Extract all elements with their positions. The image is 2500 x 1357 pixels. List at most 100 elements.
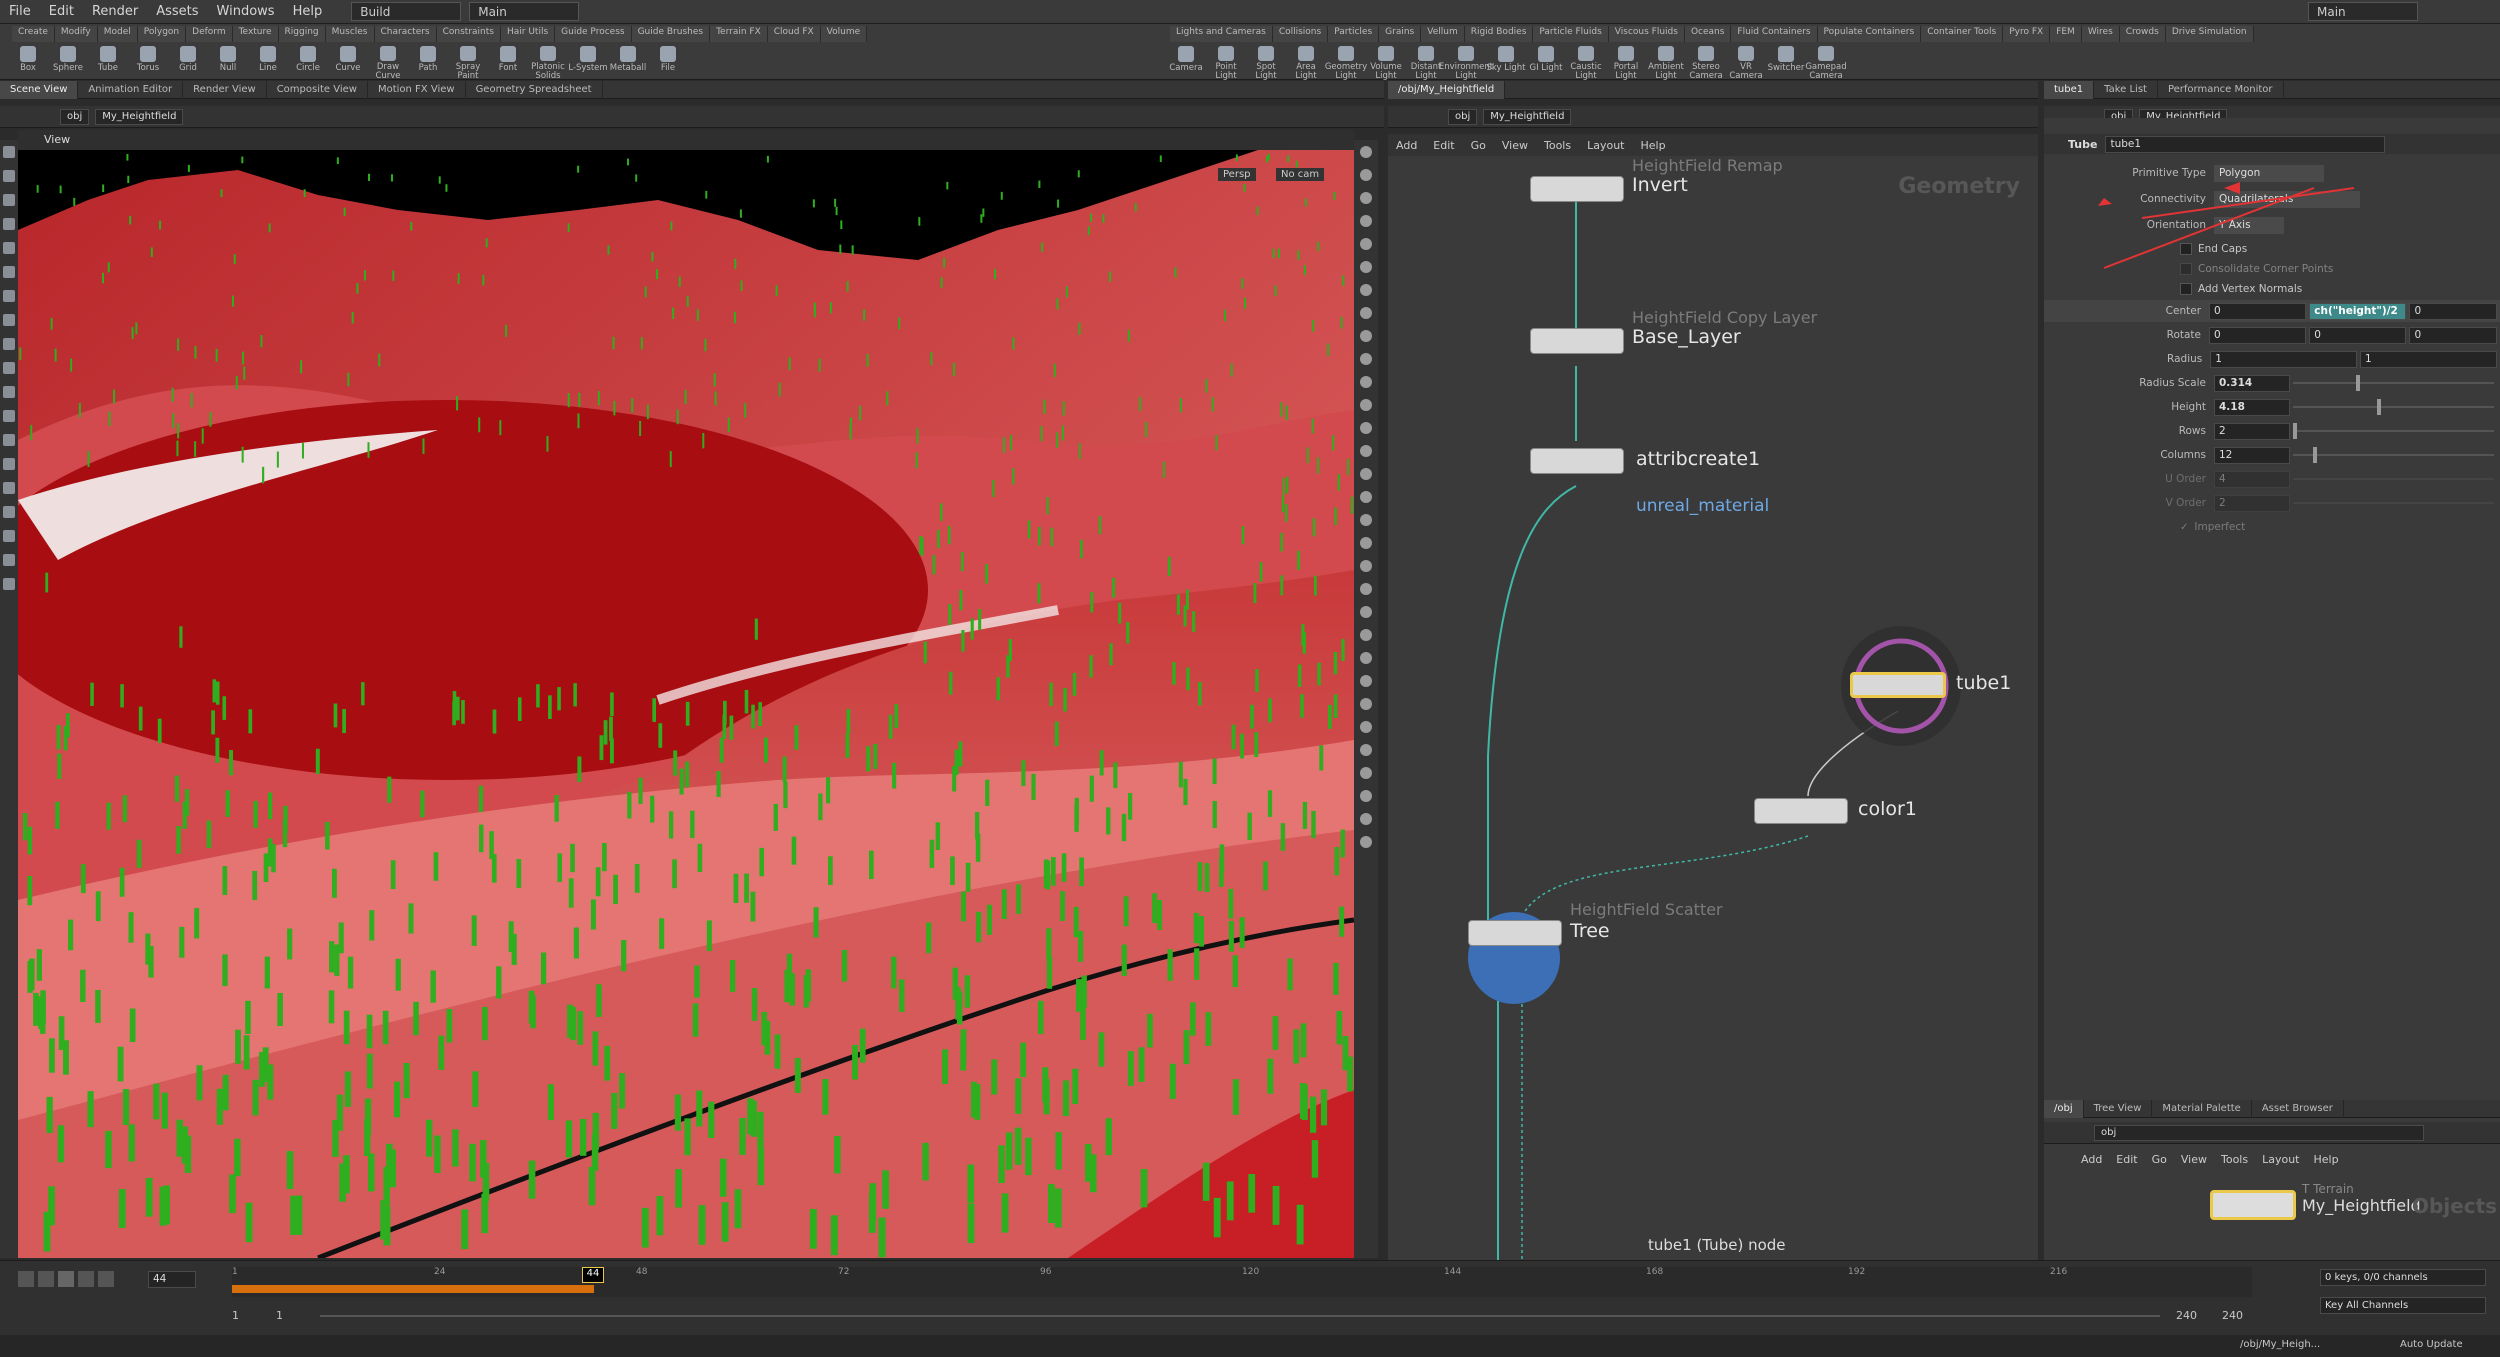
- current-frame-field[interactable]: 44: [148, 1271, 196, 1288]
- stop-icon[interactable]: [58, 1271, 74, 1287]
- scene-tab[interactable]: Tree View: [2084, 1099, 2153, 1118]
- path-obj[interactable]: obj: [60, 108, 90, 125]
- shelf-tab[interactable]: Oceans: [1684, 26, 1732, 42]
- scene-menu-item[interactable]: Go: [2145, 1153, 2174, 1166]
- pane-tab[interactable]: Scene View: [0, 80, 79, 99]
- node-color1[interactable]: [1754, 798, 1848, 824]
- radius-a[interactable]: 1: [2210, 350, 2358, 368]
- shelf-tool-button[interactable]: Camera: [1166, 44, 1206, 80]
- pane-tab[interactable]: Performance Monitor: [2158, 80, 2284, 99]
- pane-tab[interactable]: Render View: [183, 80, 267, 99]
- node-invert[interactable]: [1530, 176, 1624, 202]
- node-attribcreate[interactable]: [1530, 448, 1624, 474]
- columns-slider[interactable]: [2293, 447, 2494, 463]
- key-all-menu[interactable]: Key All Channels: [2320, 1297, 2486, 1314]
- center-x[interactable]: 0: [2209, 302, 2307, 320]
- u-order-field[interactable]: 4: [2214, 470, 2290, 488]
- net-menu-item[interactable]: Layout: [1579, 139, 1632, 152]
- shelf-tab[interactable]: Collisions: [1272, 26, 1329, 42]
- pane-tab[interactable]: /obj/My_Heightfield: [1388, 80, 1506, 99]
- menu-assets[interactable]: Assets: [147, 4, 207, 19]
- shelf-tab[interactable]: Populate Containers: [1817, 26, 1922, 42]
- net-menu-item[interactable]: Go: [1463, 139, 1494, 152]
- shelf-tool-button[interactable]: Spot Light: [1246, 44, 1286, 80]
- scene-tab[interactable]: Asset Browser: [2252, 1099, 2344, 1118]
- shelf-tool-button[interactable]: Sky Light: [1486, 44, 1526, 80]
- path-geo[interactable]: My_Heightfield: [95, 108, 184, 125]
- network-editor[interactable]: Geometry HeightField Remap Invert Height…: [1388, 156, 2038, 1260]
- net-menu-item[interactable]: Tools: [1536, 139, 1579, 152]
- shelf-tool-button[interactable]: VR Camera: [1726, 44, 1766, 80]
- u-order-slider[interactable]: [2293, 478, 2494, 480]
- height-slider[interactable]: [2293, 399, 2494, 415]
- shelf-tool-button[interactable]: Torus: [128, 44, 168, 80]
- shelf-tab[interactable]: Volume: [820, 26, 868, 42]
- step-back-icon[interactable]: [38, 1271, 54, 1287]
- shelf-tool-button[interactable]: File: [648, 44, 688, 80]
- playhead[interactable]: 44: [582, 1267, 604, 1283]
- right-main-select[interactable]: Main: [2308, 2, 2418, 21]
- shelf-tab[interactable]: Modify: [54, 26, 98, 42]
- shelf-tool-button[interactable]: Caustic Light: [1566, 44, 1606, 80]
- shelf-tool-button[interactable]: Curve: [328, 44, 368, 80]
- net-menu-item[interactable]: View: [1494, 139, 1536, 152]
- rows-field[interactable]: 2: [2214, 422, 2290, 440]
- radius-scale-field[interactable]: 0.314: [2214, 374, 2290, 392]
- shelf-tab[interactable]: Particles: [1328, 26, 1380, 42]
- shelf-tool-button[interactable]: Box: [8, 44, 48, 80]
- scene-menu-item[interactable]: Help: [2307, 1153, 2346, 1166]
- scene-menu-item[interactable]: Edit: [2109, 1153, 2144, 1166]
- shelf-tab[interactable]: Guide Process: [555, 26, 632, 42]
- shelf-tool-button[interactable]: Switcher: [1766, 44, 1806, 80]
- shelf-tab[interactable]: Crowds: [2119, 26, 2166, 42]
- shelf-tab[interactable]: FEM: [2050, 26, 2082, 42]
- shelf-tab[interactable]: Lights and Cameras: [1170, 26, 1273, 42]
- shelf-tab[interactable]: Characters: [374, 26, 437, 42]
- scene-viewport[interactable]: Persp No cam: [18, 140, 1354, 1258]
- shelf-tool-button[interactable]: GI Light: [1526, 44, 1566, 80]
- persp-menu[interactable]: Persp: [1218, 168, 1256, 181]
- play-icon[interactable]: [78, 1271, 94, 1287]
- radius-scale-slider[interactable]: [2293, 375, 2494, 391]
- shelf-tool-button[interactable]: Environment Light: [1439, 44, 1493, 80]
- shelf-tab[interactable]: Rigging: [278, 26, 326, 42]
- shelf-tool-button[interactable]: Circle: [288, 44, 328, 80]
- shelf-tab[interactable]: Cloud FX: [767, 26, 821, 42]
- scene-menu-item[interactable]: Add: [2074, 1153, 2109, 1166]
- columns-field[interactable]: 12: [2214, 446, 2290, 464]
- shelf-tool-button[interactable]: Gamepad Camera: [1805, 44, 1847, 80]
- pane-tab[interactable]: Composite View: [267, 80, 368, 99]
- rotate-y[interactable]: 0: [2309, 326, 2407, 344]
- shelf-tool-button[interactable]: Portal Light: [1606, 44, 1646, 80]
- object-network[interactable]: /obj Tree View Material Palette Asset Brows…: [2044, 1098, 2500, 1260]
- menu-windows[interactable]: Windows: [208, 4, 284, 19]
- jump-start-icon[interactable]: [18, 1271, 34, 1287]
- shelf-tool-button[interactable]: Grid: [168, 44, 208, 80]
- camera-menu[interactable]: No cam: [1276, 168, 1325, 181]
- menu-help[interactable]: Help: [284, 4, 332, 19]
- scene-tab[interactable]: Material Palette: [2152, 1099, 2252, 1118]
- shelf-tab[interactable]: Guide Brushes: [631, 26, 711, 42]
- pane-tab[interactable]: Take List: [2094, 80, 2158, 99]
- shelf-tab[interactable]: Terrain FX: [710, 26, 768, 42]
- shelf-tool-button[interactable]: Line: [248, 44, 288, 80]
- shelf-tab[interactable]: Wires: [2081, 26, 2120, 42]
- shelf-tool-button[interactable]: Metaball: [608, 44, 648, 80]
- height-field[interactable]: 4.18: [2214, 398, 2290, 416]
- shelf-tab[interactable]: Muscles: [325, 26, 375, 42]
- radius-b[interactable]: 1: [2360, 350, 2497, 368]
- rotate-z[interactable]: 0: [2409, 326, 2498, 344]
- range-end[interactable]: 240: [2176, 1309, 2197, 1322]
- rotate-x[interactable]: 0: [2209, 326, 2307, 344]
- menu-render[interactable]: Render: [83, 4, 147, 19]
- scene-tab[interactable]: /obj: [2044, 1099, 2084, 1118]
- pane-tab[interactable]: Animation Editor: [78, 80, 184, 99]
- range-start[interactable]: 1: [232, 1309, 239, 1322]
- jump-end-icon[interactable]: [98, 1271, 114, 1287]
- pane-tab[interactable]: Geometry Spreadsheet: [466, 80, 603, 99]
- shelf-tool-button[interactable]: Area Light: [1286, 44, 1326, 80]
- main-select[interactable]: Main: [469, 2, 580, 21]
- net-menu-item[interactable]: Add: [1388, 139, 1425, 152]
- vertex-normals-checkbox[interactable]: [2180, 283, 2192, 295]
- menu-edit[interactable]: Edit: [40, 4, 83, 19]
